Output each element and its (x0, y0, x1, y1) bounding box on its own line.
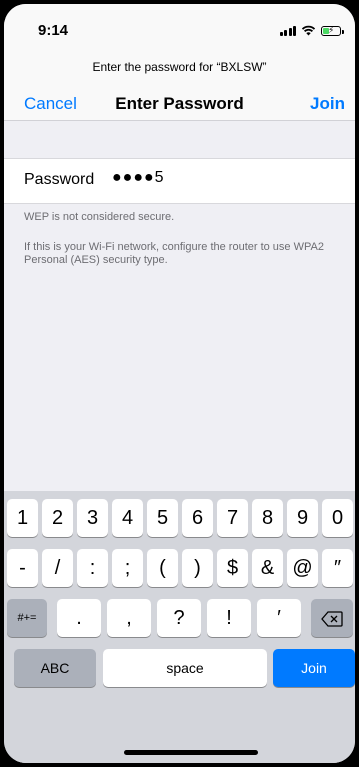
delete-icon (321, 611, 343, 627)
key-comma[interactable]: , (107, 599, 151, 637)
space-key[interactable]: space (103, 649, 267, 687)
key-dollar[interactable]: $ (217, 549, 248, 587)
phone-screen: 9:14 ⚡ Enter the password for “BXLSW” Ca… (4, 4, 355, 763)
status-icons: ⚡ (279, 24, 344, 36)
password-prompt: Enter the password for “BXLSW” (92, 60, 267, 74)
symbols-shift-key[interactable]: #+= (7, 599, 47, 637)
keyboard-join-key[interactable]: Join (273, 649, 355, 687)
wifi-icon (301, 25, 316, 36)
key-ampersand[interactable]: & (252, 549, 283, 587)
key-5[interactable]: 5 (147, 499, 178, 537)
password-field[interactable]: ●●●●5 (112, 169, 312, 187)
key-7[interactable]: 7 (217, 499, 248, 537)
join-button[interactable]: Join (310, 94, 345, 114)
key-period[interactable]: . (57, 599, 101, 637)
key-close-paren[interactable]: ) (182, 549, 213, 587)
key-semicolon[interactable]: ; (112, 549, 143, 587)
key-open-paren[interactable]: ( (147, 549, 178, 587)
key-slash[interactable]: / (42, 549, 73, 587)
abc-key[interactable]: ABC (14, 649, 96, 687)
key-colon[interactable]: : (77, 549, 108, 587)
key-1[interactable]: 1 (7, 499, 38, 537)
battery-charging-icon: ⚡ (321, 25, 344, 36)
key-apostrophe[interactable]: ′ (257, 599, 301, 637)
key-at[interactable]: @ (287, 549, 318, 587)
delete-key[interactable] (311, 599, 353, 637)
signal-icon (279, 25, 296, 36)
home-indicator[interactable] (124, 750, 258, 755)
key-3[interactable]: 3 (77, 499, 108, 537)
key-question[interactable]: ? (157, 599, 201, 637)
key-exclamation[interactable]: ! (207, 599, 251, 637)
keyboard: 1 2 3 4 5 6 7 8 9 0 - / : ; ( ) $ & @ ″ … (4, 491, 355, 763)
wep-warning: WEP is not considered secure. (24, 211, 175, 223)
password-label: Password (24, 171, 95, 188)
key-0[interactable]: 0 (322, 499, 353, 537)
security-advice: If this is your Wi-Fi network, configure… (24, 241, 324, 266)
status-time: 9:14 (38, 22, 69, 39)
key-9[interactable]: 9 (287, 499, 318, 537)
key-4[interactable]: 4 (112, 499, 143, 537)
key-8[interactable]: 8 (252, 499, 283, 537)
navigation-bar: Enter the password for “BXLSW” Cancel En… (4, 48, 355, 121)
password-row[interactable]: Password ●●●●5 (4, 158, 355, 204)
key-hyphen[interactable]: - (7, 549, 38, 587)
key-2[interactable]: 2 (42, 499, 73, 537)
key-6[interactable]: 6 (182, 499, 213, 537)
status-bar: 9:14 ⚡ (4, 4, 355, 48)
key-quote[interactable]: ″ (322, 549, 353, 587)
cancel-button[interactable]: Cancel (24, 94, 77, 114)
